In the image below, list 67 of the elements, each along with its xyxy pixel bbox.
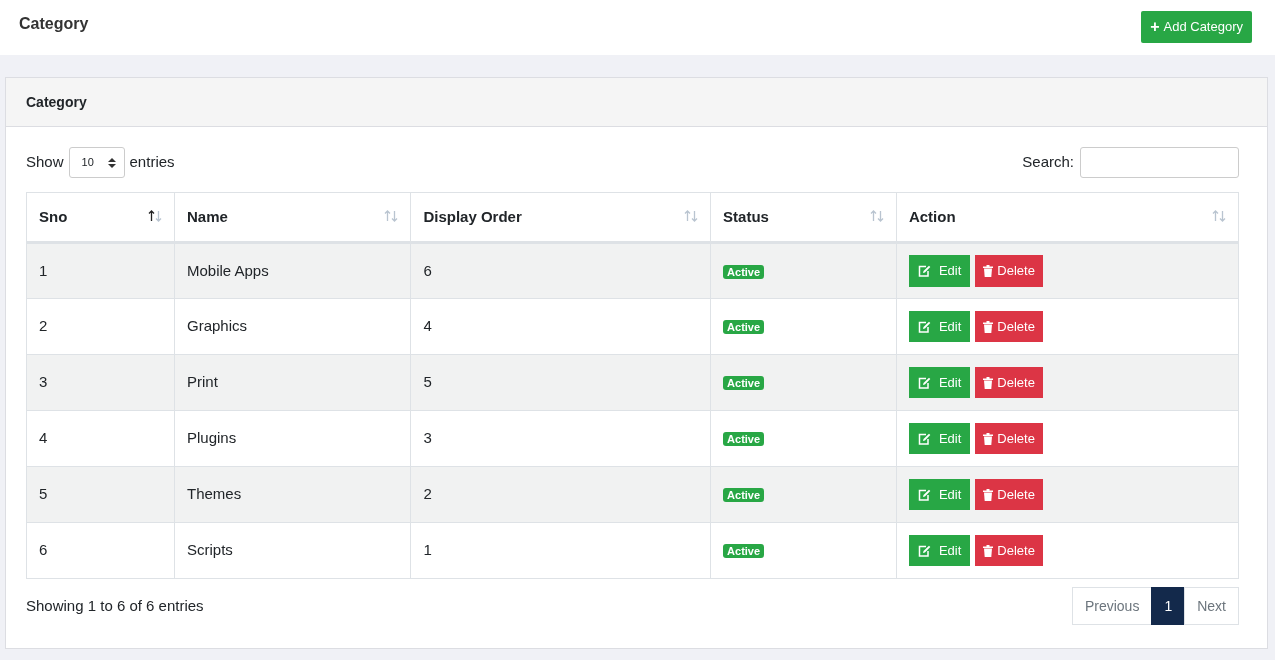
page-title: Category	[19, 14, 89, 34]
edit-button[interactable]: Edit	[908, 534, 971, 567]
status-badge: Active	[723, 544, 765, 559]
status-badge: Active	[723, 376, 765, 391]
column-title: Action	[908, 207, 956, 225]
table-cell: 4	[410, 298, 711, 355]
previous-page-button[interactable]: Previous	[1071, 587, 1153, 625]
column-title: Status	[723, 207, 769, 225]
edit-icon	[917, 265, 931, 277]
edit-icon	[917, 488, 931, 501]
delete-button[interactable]: Delete	[975, 422, 1043, 455]
trash-icon	[983, 320, 994, 333]
edit-button[interactable]: Edit	[908, 422, 971, 455]
table-cell: 4	[26, 410, 175, 467]
table-cell: 1	[26, 242, 175, 299]
table-cell: Mobile Apps	[174, 242, 411, 299]
trash-icon	[983, 544, 994, 557]
add-category-button[interactable]: + Add Category	[1141, 11, 1252, 43]
edit-icon	[917, 320, 931, 333]
edit-icon	[917, 432, 931, 445]
edit-icon	[917, 544, 931, 557]
plus-icon: +	[1150, 18, 1160, 35]
edit-button[interactable]: Edit	[908, 255, 971, 287]
delete-button[interactable]: Delete	[975, 534, 1043, 567]
column-title: Name	[187, 207, 228, 225]
status-badge: Active	[723, 488, 765, 503]
delete-button[interactable]: Delete	[975, 366, 1043, 399]
page-button[interactable]: 1	[1151, 587, 1186, 625]
delete-button[interactable]: Delete	[975, 478, 1043, 511]
trash-icon	[983, 488, 994, 501]
status-badge: Active	[723, 320, 765, 335]
status-badge: Active	[723, 264, 765, 279]
table-cell: 3	[26, 354, 175, 411]
table-cell: 6	[26, 522, 175, 579]
entries-label: entries	[129, 152, 175, 173]
page-length-select[interactable]: 10	[68, 147, 125, 178]
table-cell: Scripts	[174, 522, 411, 579]
delete-button[interactable]: Delete	[975, 255, 1043, 287]
select-arrows-icon	[107, 157, 116, 168]
search-field[interactable]	[1080, 147, 1239, 178]
table-cell: Plugins	[174, 410, 411, 467]
table-cell: 3	[410, 410, 711, 467]
edit-button[interactable]: Edit	[908, 310, 971, 343]
search-label: Search:	[1022, 152, 1074, 173]
table-cell: Print	[174, 354, 411, 411]
table-info: Showing 1 to 6 of 6 entries	[26, 595, 204, 616]
table-cell: 6	[410, 242, 711, 299]
trash-icon	[983, 265, 994, 277]
column-title: Display Order	[423, 207, 522, 225]
edit-button[interactable]: Edit	[908, 366, 971, 399]
table-cell: Graphics	[174, 298, 411, 355]
table-cell: 2	[26, 298, 175, 355]
table-cell: 2	[410, 466, 711, 523]
edit-button[interactable]: Edit	[908, 478, 971, 511]
show-label: Show	[26, 152, 64, 173]
status-badge: Active	[723, 432, 765, 447]
table-cell: 5	[26, 466, 175, 523]
delete-button[interactable]: Delete	[975, 310, 1043, 343]
column-title: Sno	[39, 207, 68, 225]
table-cell: Themes	[174, 466, 411, 523]
card-title: Category	[6, 78, 1267, 127]
table-cell: 5	[410, 354, 711, 411]
next-page-button[interactable]: Next	[1184, 587, 1239, 625]
trash-icon	[983, 376, 994, 389]
edit-icon	[917, 376, 931, 389]
trash-icon	[983, 432, 994, 445]
table-cell: 1	[410, 522, 711, 579]
